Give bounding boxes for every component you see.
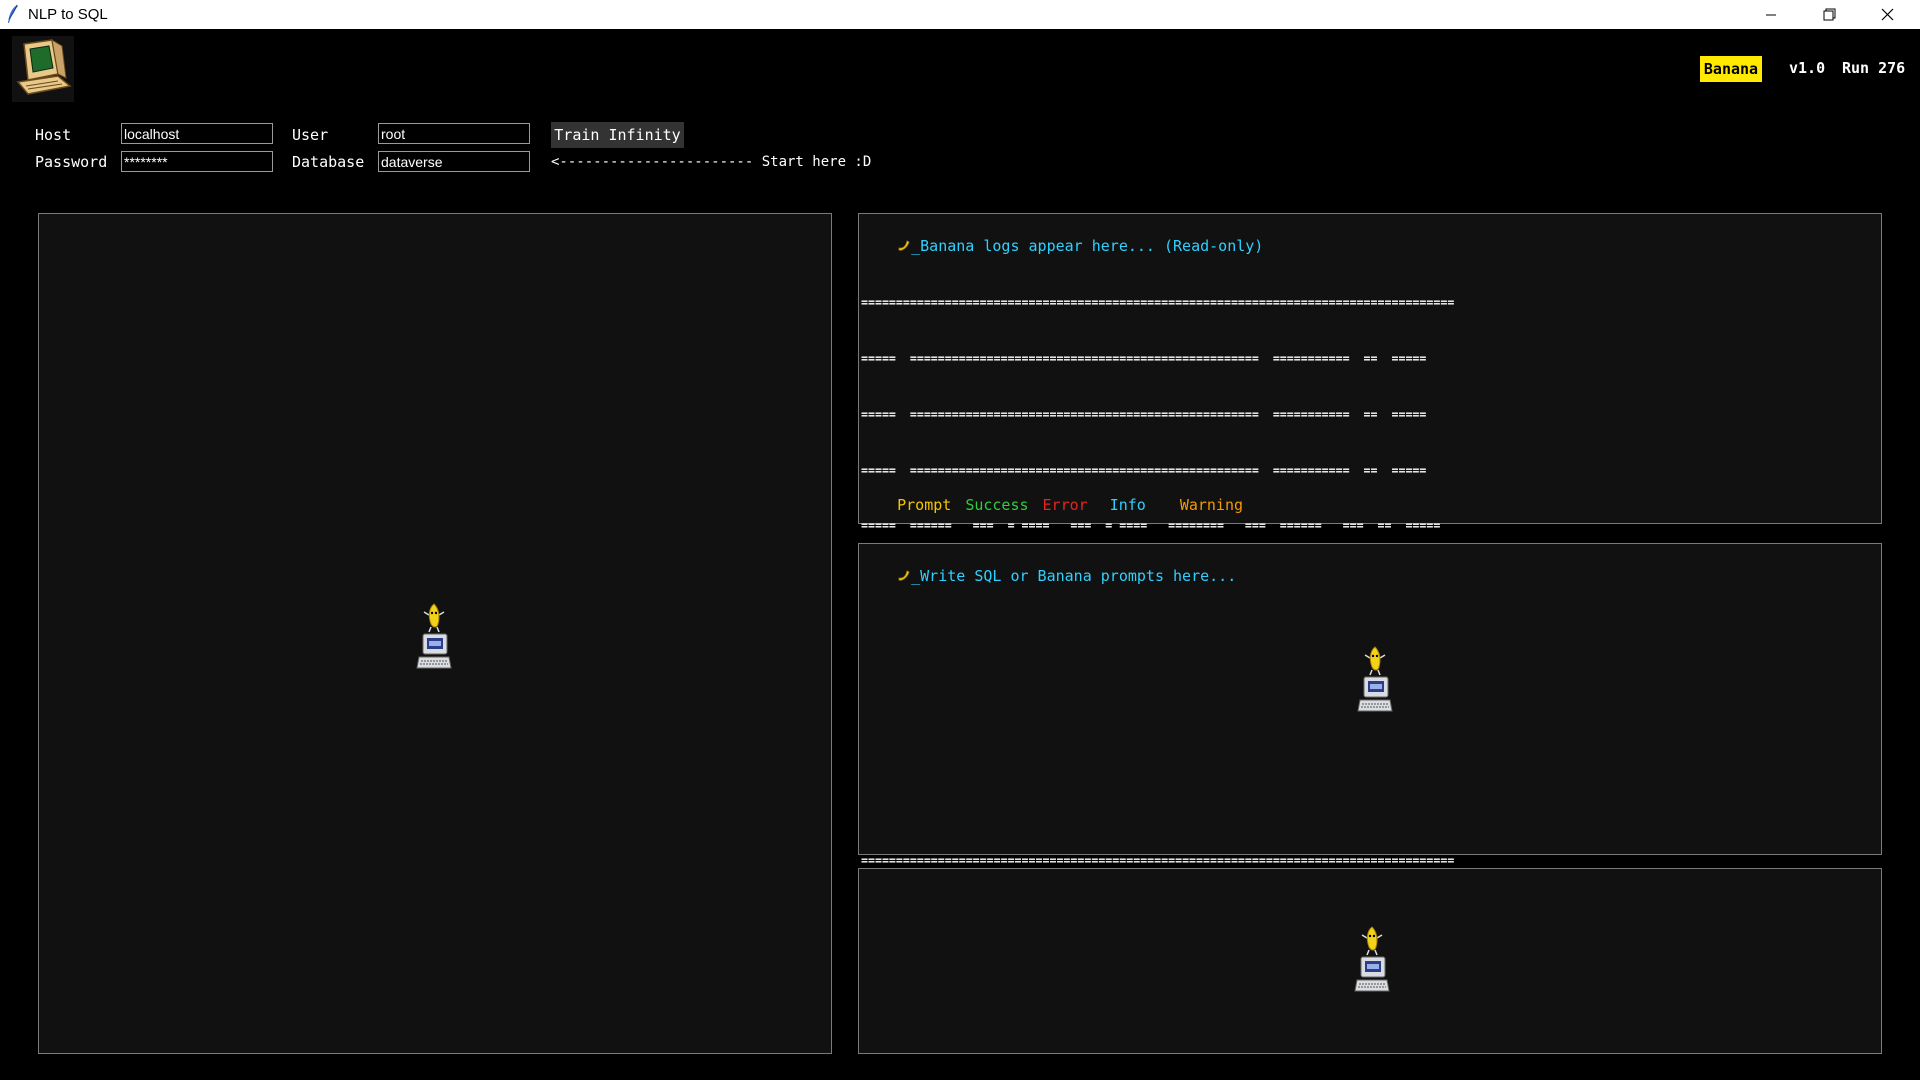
output-panel[interactable] <box>858 868 1882 1054</box>
minimize-icon <box>1766 14 1776 15</box>
computer-logo-icon <box>12 36 74 102</box>
close-icon <box>1881 8 1893 21</box>
user-input[interactable] <box>378 123 530 144</box>
legend-info: Info <box>1109 496 1146 514</box>
password-label: Password <box>35 153 108 171</box>
legend-prompt: Prompt <box>897 496 952 514</box>
window-titlebar: NLP to SQL <box>0 0 1920 29</box>
prompt-placeholder: _Write SQL or Banana prompts here... <box>911 567 1237 585</box>
profile-badge: Banana <box>1700 56 1762 82</box>
database-input[interactable] <box>378 151 530 172</box>
legend-warning: Warning <box>1179 496 1244 514</box>
legend-error: Error <box>1042 496 1088 514</box>
banana-computer-mascot-icon <box>1357 646 1393 712</box>
host-label: Host <box>35 126 72 144</box>
banana-computer-mascot-icon <box>1354 926 1390 992</box>
logs-panel[interactable]: _Banana logs appear here... (Read-only) … <box>858 213 1882 867</box>
ascii-line: ===== ==================================… <box>861 350 1427 365</box>
prompt-input-panel[interactable]: _Write SQL or Banana prompts here... <box>858 543 1882 855</box>
ascii-line: ===== ==================================… <box>861 462 1427 477</box>
results-panel[interactable] <box>38 213 832 1054</box>
train-infinity-button[interactable]: Train Infinity <box>551 122 684 148</box>
feather-icon <box>8 4 18 23</box>
close-button[interactable] <box>1858 0 1916 29</box>
ascii-line: ========================================… <box>861 295 1455 310</box>
log-legend: Prompt Success Error Info Warning <box>861 478 1257 532</box>
host-input[interactable] <box>121 123 273 144</box>
user-label: User <box>292 126 329 144</box>
version-label: v1.0 <box>1789 59 1826 77</box>
database-label: Database <box>292 153 365 171</box>
restore-button[interactable] <box>1800 0 1858 29</box>
minimize-button[interactable] <box>1742 0 1800 29</box>
password-input[interactable] <box>121 151 273 172</box>
window-title: NLP to SQL <box>28 6 108 23</box>
ascii-line: ===== ==================================… <box>861 406 1427 421</box>
start-hint-text: <----------------------- Start here :D <box>551 154 872 170</box>
legend-success: Success <box>965 496 1029 514</box>
run-counter: Run 276 <box>1842 59 1906 77</box>
banana-icon <box>898 240 910 251</box>
restore-icon <box>1823 8 1835 21</box>
banana-icon <box>898 570 910 581</box>
prompt-header: _Write SQL or Banana prompts here... <box>861 549 1236 603</box>
banana-computer-mascot-icon <box>416 603 452 669</box>
logs-placeholder: _Banana logs appear here... (Read-only) <box>911 237 1264 255</box>
